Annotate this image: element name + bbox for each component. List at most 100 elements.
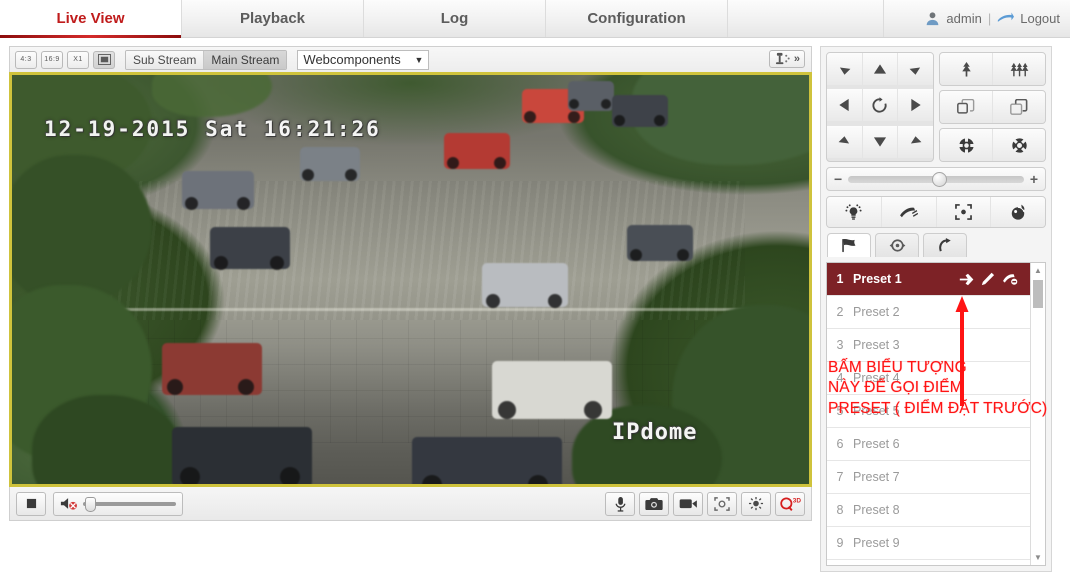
tab-live-view-label: Live View [56, 10, 125, 27]
ptz-auto-scan[interactable] [862, 89, 898, 122]
set-preset-icon[interactable] [981, 272, 995, 286]
preset-row-3[interactable]: 3 Preset 3 [827, 329, 1030, 362]
tab-playback-label: Playback [239, 10, 306, 27]
capture-snapshot-button[interactable] [639, 491, 669, 516]
preset-scrollbar[interactable]: ▲ ▼ [1030, 263, 1045, 565]
focus-far-button[interactable] [993, 91, 1045, 123]
ptz-left[interactable] [827, 89, 862, 122]
preset-row-actions [959, 272, 1030, 286]
scrollbar-track[interactable] [1031, 278, 1045, 550]
ptz-capture-toggle[interactable]: » [768, 50, 805, 68]
microphone-icon [614, 496, 627, 512]
tab-pattern[interactable] [923, 233, 967, 257]
arrow-down-icon [873, 136, 887, 148]
speed-increase-label[interactable]: + [1030, 171, 1038, 187]
preset-label: Preset 2 [853, 305, 900, 319]
vehicle [627, 225, 693, 261]
digital-zoom-button[interactable] [707, 491, 737, 516]
iris-open-button[interactable] [993, 129, 1045, 161]
ptz-right[interactable] [898, 89, 933, 122]
aspect-fullwindow-button[interactable] [93, 50, 115, 69]
ptz-down-left[interactable] [827, 125, 862, 158]
tab-configuration[interactable]: Configuration [546, 0, 728, 37]
nav-spacer [728, 0, 884, 37]
scroll-down-arrow-icon[interactable]: ▼ [1031, 550, 1045, 565]
plugin-select[interactable]: Webcomponents ▼ [297, 49, 430, 70]
call-preset-icon[interactable] [959, 273, 974, 286]
ptz-speed-slider[interactable]: − + [826, 167, 1046, 191]
tab-log[interactable]: Log [364, 0, 546, 37]
preset-row-4[interactable]: 4 Preset 4 [827, 362, 1030, 395]
video-camera-icon [679, 497, 698, 510]
preset-row-1[interactable]: 1 Preset 1 [827, 263, 1030, 296]
preset-label: Preset 6 [853, 437, 900, 451]
start-record-button[interactable] [673, 491, 703, 516]
main-stream-button[interactable]: Main Stream [203, 50, 287, 69]
preset-row-5[interactable]: 5 Preset 5 [827, 395, 1030, 428]
ptz-up-right[interactable] [898, 53, 933, 85]
expand-chevron-icon: » [793, 53, 800, 65]
video-column: 4:3 16:9 X1 Sub Stream Main Stream Webco… [9, 46, 812, 572]
aspect-16-9-button[interactable]: 16:9 [41, 50, 63, 69]
sub-stream-button[interactable]: Sub Stream [126, 50, 204, 69]
clear-preset-icon[interactable] [1002, 272, 1018, 286]
aspect-4-3-label: 4:3 [20, 56, 32, 63]
preset-label: Preset 4 [853, 371, 900, 385]
volume-thumb[interactable] [85, 496, 96, 512]
focus-near-squares-icon [957, 98, 975, 115]
light-button[interactable] [827, 197, 881, 227]
preset-row-2[interactable]: 2 Preset 2 [827, 296, 1030, 329]
preset-row-7[interactable]: 7 Preset 7 [827, 461, 1030, 494]
zoom-out-button[interactable] [993, 53, 1045, 85]
zoom-3d-button[interactable]: 3D [775, 491, 805, 516]
volume-track[interactable] [83, 496, 176, 512]
arrow-right-icon [910, 98, 922, 112]
aspect-4-3-button[interactable]: 4:3 [15, 50, 37, 69]
preset-row-6[interactable]: 6 Preset 6 [827, 428, 1030, 461]
preset-label: Preset 9 [853, 536, 900, 550]
user-separator: | [987, 11, 992, 26]
stop-live-view-button[interactable] [16, 491, 46, 516]
preset-list-panel: 1 Preset 1 2 Preset 2 3 Preset 3 4 Prese… [826, 262, 1046, 566]
auxiliary-focus-button[interactable] [936, 197, 991, 227]
zoom-in-button[interactable] [940, 53, 992, 85]
live-video-frame[interactable]: 12-19-2015 Sat 16:21:26 IPdome [9, 72, 812, 487]
user-area: admin | Logout [884, 0, 1070, 37]
scrollbar-thumb[interactable] [1033, 280, 1043, 308]
wiper-button[interactable] [881, 197, 936, 227]
iris-close-button[interactable] [940, 129, 992, 161]
speed-decrease-label[interactable]: − [834, 171, 842, 187]
image-adjust-button[interactable] [741, 491, 771, 516]
ptz-up[interactable] [862, 53, 898, 85]
preset-number: 9 [836, 536, 844, 550]
wiper-icon [899, 205, 919, 220]
scroll-up-arrow-icon[interactable]: ▲ [1031, 263, 1045, 278]
ptz-direction-pad [826, 52, 934, 162]
main-stream-label: Main Stream [211, 52, 280, 67]
aspect-original-label: X1 [73, 56, 83, 63]
ptz-up-left[interactable] [827, 53, 862, 85]
flag-icon [840, 238, 858, 253]
volume-slider[interactable] [53, 491, 183, 516]
preset-row-9[interactable]: 9 Preset 9 [827, 527, 1030, 560]
tab-preset[interactable] [827, 233, 871, 257]
preset-number: 1 [836, 272, 844, 286]
speed-thumb[interactable] [932, 171, 948, 187]
pattern-curve-icon [937, 238, 953, 253]
aspect-original-button[interactable]: X1 [67, 50, 89, 69]
two-way-audio-button[interactable] [605, 491, 635, 516]
lens-initialization-button[interactable] [991, 197, 1045, 227]
tab-playback[interactable]: Playback [182, 0, 364, 37]
focus-near-button[interactable] [940, 91, 992, 123]
preset-row-8[interactable]: 8 Preset 8 [827, 494, 1030, 527]
preset-number: 4 [836, 371, 844, 385]
logout-label[interactable]: Logout [1020, 11, 1060, 26]
tab-patrol[interactable] [875, 233, 919, 257]
speed-track[interactable] [848, 171, 1024, 187]
video-action-buttons: 3D [605, 491, 805, 516]
tab-live-view[interactable]: Live View [0, 0, 182, 38]
ptz-down-right[interactable] [898, 125, 933, 158]
ptz-down[interactable] [862, 125, 898, 158]
logout-arrow-icon[interactable] [997, 12, 1015, 25]
vehicle [612, 95, 668, 127]
